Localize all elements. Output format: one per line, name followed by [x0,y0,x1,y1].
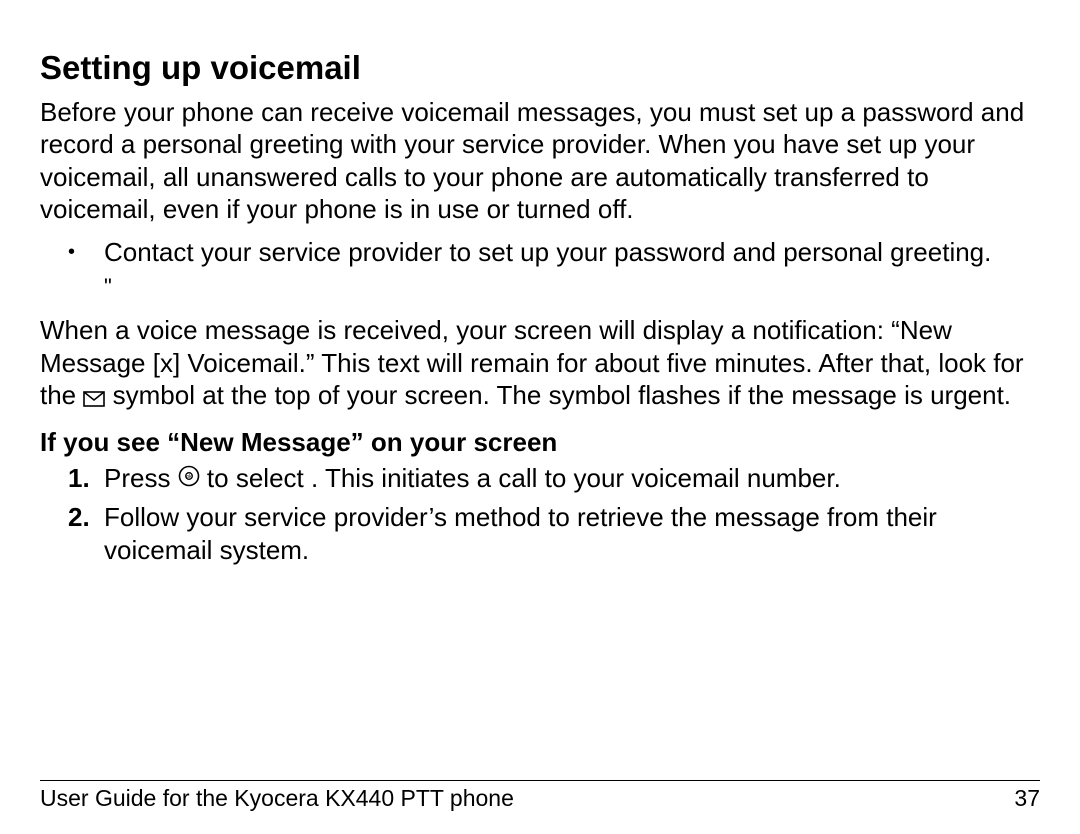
notify-part-b: symbol at the top of your screen. The sy… [113,380,1011,410]
bullet-list: Contact your service provider to set up … [40,236,1040,269]
list-item: Contact your service provider to set up … [104,236,1040,269]
list-item: Follow your service provider’s method to… [104,501,1040,568]
svg-text:ok: ok [186,474,192,480]
footer-title: User Guide for the Kyocera KX440 PTT pho… [40,785,514,812]
footer-divider [40,780,1040,781]
notification-paragraph: When a voice message is received, your s… [40,314,1040,415]
intro-paragraph: Before your phone can receive voicemail … [40,96,1040,226]
sub-heading: If you see “New Message” on your screen [40,427,1040,458]
step1-part-b: to select . This initiates a call to you… [207,463,841,493]
page-title: Setting up voicemail [40,48,1040,88]
ditto-mark: " [104,274,1040,300]
page-number: 37 [1014,785,1040,812]
steps-list: Press ok to select . This initiates a ca… [40,462,1040,568]
ok-icon: ok [178,463,207,493]
list-item: Press ok to select . This initiates a ca… [104,462,1040,495]
step1-part-a: Press [104,463,178,493]
document-page: Setting up voicemail Before your phone c… [0,0,1080,834]
mail-icon [83,382,105,415]
footer-row: User Guide for the Kyocera KX440 PTT pho… [40,785,1040,812]
page-footer: User Guide for the Kyocera KX440 PTT pho… [40,780,1040,812]
